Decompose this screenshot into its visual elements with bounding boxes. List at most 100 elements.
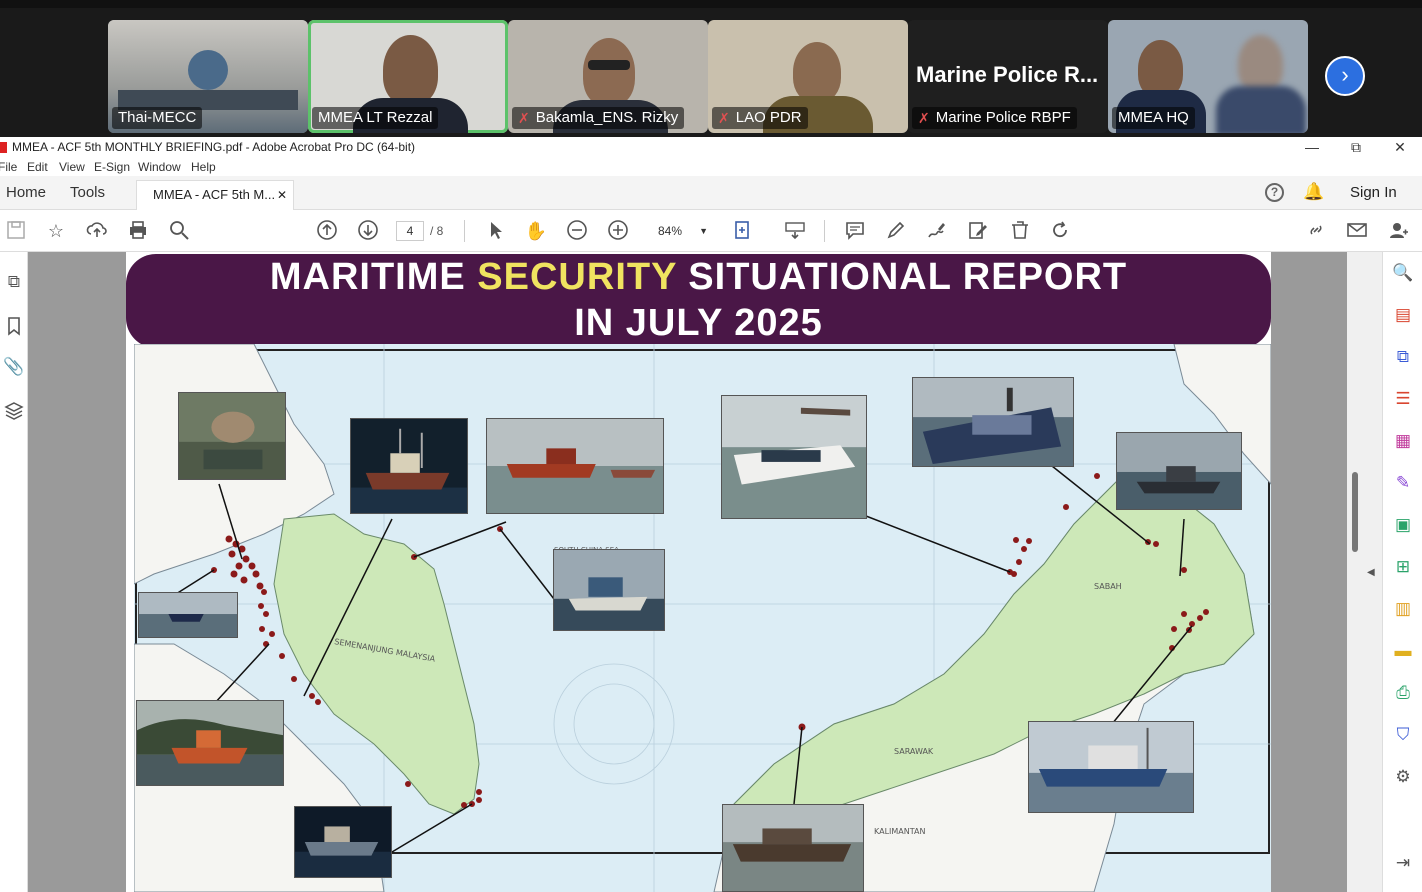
layers-icon[interactable] <box>3 400 25 422</box>
toolbar-divider <box>464 220 465 242</box>
zoom-in-icon[interactable] <box>606 219 630 243</box>
toolbar: ☆ 4 / 8 ✋ 84% ▼ <box>0 210 1422 252</box>
menu-file[interactable]: File <box>0 160 17 174</box>
conference-top-bar <box>0 0 1422 8</box>
comment-tool-icon[interactable]: ▬ <box>1392 640 1414 662</box>
menu-edit[interactable]: Edit <box>27 160 48 174</box>
mic-muted-icon: ✗ <box>518 110 530 126</box>
participant-name: ✗ LAO PDR <box>712 107 808 129</box>
bookmark-star-icon[interactable]: ☆ <box>44 219 68 243</box>
create-pdf-icon[interactable]: ▤ <box>1392 304 1414 326</box>
participant-display-name: Marine Police R... <box>916 62 1099 87</box>
zoom-level-select[interactable]: 84% ▼ <box>648 221 714 241</box>
slide-title: MARITIME SECURITY SITUATIONAL REPORT <box>269 256 1128 298</box>
photo-night-vessel <box>350 418 468 514</box>
mic-muted-icon: ✗ <box>718 110 730 126</box>
add-user-icon[interactable] <box>1386 219 1410 243</box>
photo-wooden-fishing-vessel <box>553 549 665 631</box>
tab-tools[interactable]: Tools <box>70 184 105 201</box>
comment-icon[interactable] <box>843 219 867 243</box>
minimize-button[interactable]: — <box>1290 137 1334 158</box>
attachments-paperclip-icon[interactable]: 📎 <box>3 357 25 379</box>
page-number-input[interactable]: 4 <box>396 221 424 241</box>
photo-small-boat <box>138 592 238 638</box>
upload-cloud-icon[interactable] <box>85 219 109 243</box>
email-envelope-icon[interactable] <box>1345 219 1369 243</box>
photo-cargo-boat-dock <box>912 377 1074 467</box>
edit-pdf-icon[interactable] <box>966 219 990 243</box>
close-tab-icon[interactable]: ✕ <box>277 181 287 209</box>
zoom-search-icon[interactable] <box>167 219 191 243</box>
combine-files-icon[interactable]: ⧉ <box>1392 346 1414 368</box>
participant-name: Thai-MECC <box>112 107 203 129</box>
scan-ocr-icon[interactable]: ▥ <box>1392 598 1414 620</box>
fill-sign-icon[interactable]: ✎ <box>1392 472 1414 494</box>
photo-white-patrol-boat <box>721 395 867 519</box>
select-cursor-icon[interactable] <box>483 219 507 243</box>
hand-tool-icon[interactable]: ✋ <box>524 219 548 243</box>
scrollbar-thumb[interactable] <box>1352 472 1358 552</box>
send-for-review-icon[interactable]: ▣ <box>1392 514 1414 536</box>
participant-tile-marine-police[interactable]: Marine Police R... ✗ Marine Police RBPF <box>908 20 1108 133</box>
slide-subtitle: IN JULY 2025 <box>574 302 823 344</box>
restore-button[interactable]: ⧉ <box>1334 137 1378 158</box>
document-viewport[interactable]: MARITIME SECURITY SITUATIONAL REPORT IN … <box>28 252 1353 892</box>
photo-blue-fishing-vessel <box>1028 721 1194 813</box>
next-page-icon[interactable] <box>356 219 380 243</box>
tab-bar: Home Tools MMEA - ACF 5th M... ✕ ? 🔔 Sig… <box>0 176 1422 210</box>
previous-page-icon[interactable] <box>315 219 339 243</box>
slide-title-banner: MARITIME SECURITY SITUATIONAL REPORT IN … <box>126 254 1271 348</box>
delete-trash-icon[interactable] <box>1008 219 1032 243</box>
zoom-out-icon[interactable] <box>565 219 589 243</box>
tab-home[interactable]: Home <box>6 184 46 201</box>
export-pdf-icon[interactable]: ▦ <box>1392 430 1414 452</box>
print-production-icon[interactable]: ⎙ <box>1392 682 1414 704</box>
chevron-right-icon: › <box>1341 62 1349 87</box>
participant-tile-bakamla[interactable]: ✗ Bakamla_ENS. Rizky <box>508 20 708 133</box>
participant-tile-thai-mecc[interactable]: Thai-MECC <box>108 20 308 133</box>
participant-name: MMEA LT Rezzal <box>312 107 439 129</box>
collapse-tools-icon[interactable]: ⇥ <box>1392 852 1414 874</box>
compare-files-icon[interactable]: ⊞ <box>1392 556 1414 578</box>
participant-name: MMEA HQ <box>1112 107 1195 129</box>
participant-tile-mmea-hq[interactable]: MMEA HQ <box>1108 20 1308 133</box>
participant-tile-lao-pdr[interactable]: ✗ LAO PDR <box>708 20 908 133</box>
participant-name: ✗ Bakamla_ENS. Rizky <box>512 107 685 129</box>
menu-help[interactable]: Help <box>191 160 216 174</box>
help-icon[interactable]: ? <box>1265 183 1284 202</box>
print-icon[interactable] <box>126 219 150 243</box>
bookmarks-icon[interactable] <box>3 315 25 337</box>
collapse-right-panel-icon[interactable]: ◀ <box>1367 567 1375 578</box>
next-participants-button[interactable]: › <box>1325 56 1365 96</box>
highlight-pen-icon[interactable] <box>884 219 908 243</box>
rotate-icon[interactable] <box>1048 219 1072 243</box>
menu-view[interactable]: View <box>59 160 85 174</box>
sign-in-link[interactable]: Sign In <box>1350 184 1397 201</box>
protect-shield-icon[interactable]: ⛉ <box>1392 724 1414 746</box>
map-label-sabah: SABAH <box>1094 582 1122 591</box>
photo-night-boat-bottom <box>294 806 392 878</box>
sign-icon[interactable] <box>925 219 949 243</box>
menu-esign[interactable]: E-Sign <box>94 160 130 174</box>
search-zoom-icon[interactable]: 🔍 <box>1392 262 1414 284</box>
menu-window[interactable]: Window <box>138 160 181 174</box>
title-bar: MMEA - ACF 5th MONTHLY BRIEFING.pdf - Ad… <box>0 137 1422 158</box>
right-tools-rail: 🔍 ▤ ⧉ ☰ ▦ ✎ ▣ ⊞ ▥ ▬ ⎙ ⛉ ⚙ ⇥ <box>1382 252 1422 892</box>
organize-pages-icon[interactable]: ☰ <box>1392 388 1414 410</box>
document-tab[interactable]: MMEA - ACF 5th M... ✕ <box>136 180 294 210</box>
notification-bell-icon[interactable]: 🔔 <box>1303 182 1324 202</box>
share-link-icon[interactable] <box>1304 219 1328 243</box>
page-thumbnails-icon[interactable]: ⧉ <box>3 272 25 294</box>
save-icon[interactable] <box>4 219 28 243</box>
keyboard-scroll-icon[interactable] <box>783 219 807 243</box>
close-button[interactable]: ✕ <box>1378 137 1422 158</box>
photo-fishing-nets <box>178 392 286 480</box>
acrobat-logo-icon <box>0 142 7 153</box>
map-label-sarawak: SARAWAK <box>894 747 934 756</box>
more-tools-icon[interactable]: ⚙ <box>1392 766 1414 788</box>
vertical-scrollbar[interactable] <box>1347 252 1363 892</box>
participant-name: ✗ Marine Police RBPF <box>912 107 1077 129</box>
photo-red-fishing-boat <box>486 418 664 514</box>
participant-tile-mmea-lt-rezzal[interactable]: MMEA LT Rezzal <box>308 20 508 133</box>
fit-page-icon[interactable] <box>731 219 755 243</box>
